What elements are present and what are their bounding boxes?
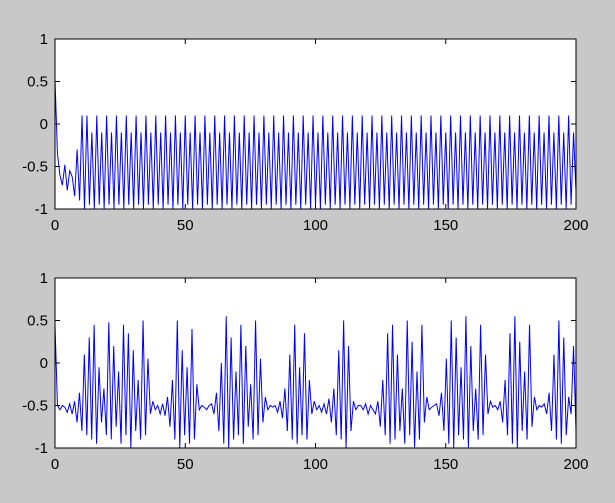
x-tick-label: 150 [433,456,458,473]
x-tick-label: 0 [51,217,59,234]
x-tick-label: 100 [303,217,328,234]
x-tick-label: 200 [563,456,588,473]
x-tick-label: 100 [303,456,328,473]
y-tick-label: 0.5 [27,313,48,330]
bottom-plot: 0 50 100 150 200 -1 -0.5 0 0.5 1 [22,270,588,473]
y-tick-label: 0 [40,116,48,133]
y-tick-label: 0.5 [27,74,48,91]
x-tick-label: 50 [177,217,194,234]
x-tick-label: 0 [51,456,59,473]
y-tick-label: -0.5 [22,398,48,415]
y-tick-label: 1 [40,270,48,287]
x-tick-label: 200 [563,217,588,234]
top-plot: 0 50 100 150 200 -1 -0.5 0 0.5 1 [22,31,588,234]
y-tick-label: -1 [35,440,48,457]
y-tick-label: -0.5 [22,159,48,176]
x-tick-label: 150 [433,217,458,234]
y-tick-label: 1 [40,31,48,48]
x-tick-label: 50 [177,456,194,473]
y-tick-label: -1 [35,201,48,218]
figure: 0 50 100 150 200 -1 -0.5 0 0.5 1 0 50 100 150 200 -1 -0… [0,0,615,503]
y-tick-label: 0 [40,355,48,372]
